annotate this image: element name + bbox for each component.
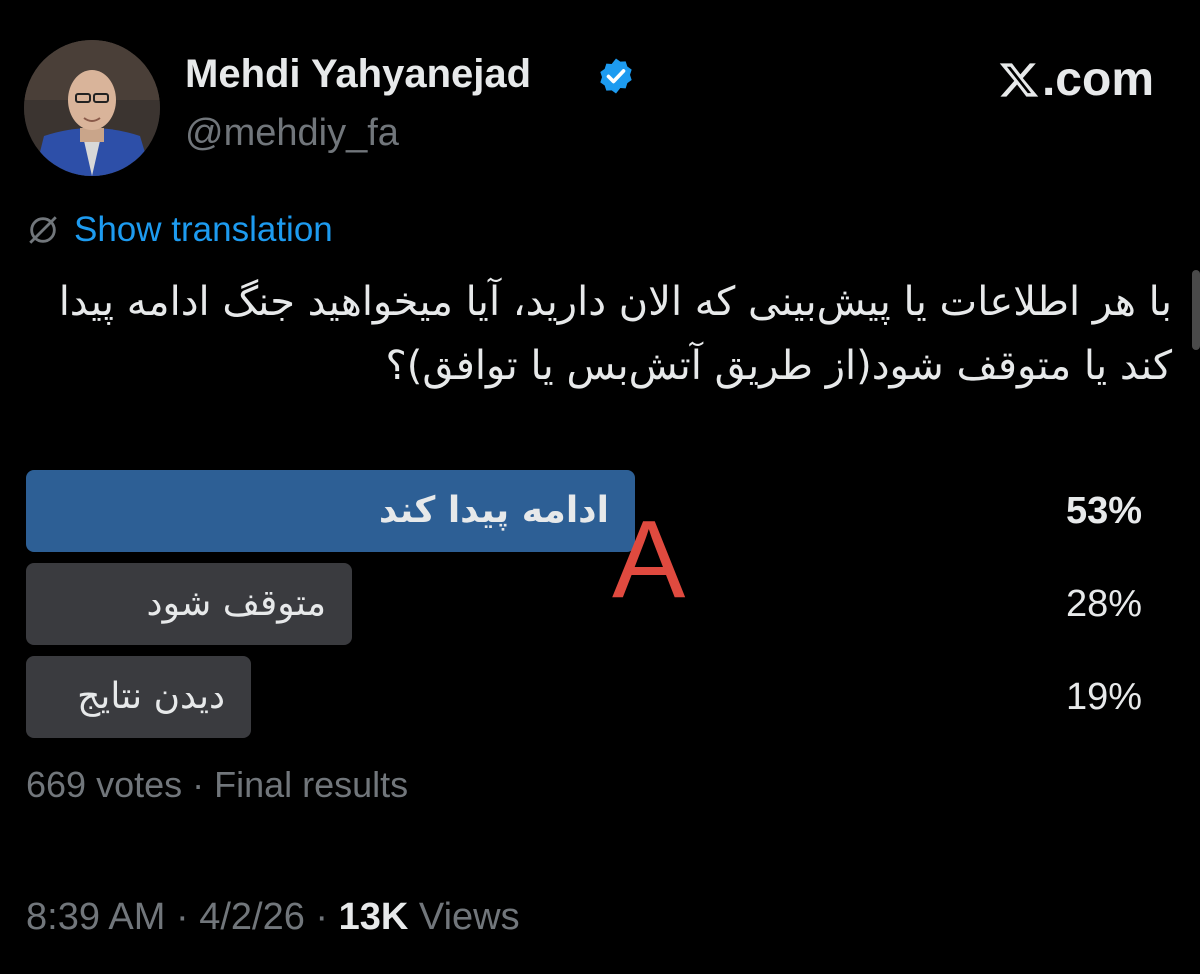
site-brand: .com <box>998 52 1154 107</box>
meta-separator: · <box>315 896 339 938</box>
show-translation-link[interactable]: Show translation <box>74 210 333 250</box>
poll-option-label: دیدن نتایج <box>77 676 225 717</box>
tweet-text: با هر اطلاعات یا پیش‌بینی که الان دارید،… <box>58 279 1172 389</box>
avatar[interactable] <box>24 40 160 176</box>
x-logo-icon <box>999 62 1039 97</box>
views-label: Views <box>418 896 520 938</box>
annotation-letter: A <box>612 498 686 621</box>
author-handle[interactable]: @mehdiy_fa <box>185 112 399 155</box>
poll-option: ادامه پیدا کند 53% <box>26 470 1156 552</box>
poll-option: متوقف شود 28% <box>26 563 1156 645</box>
site-domain: .com <box>1041 53 1154 106</box>
poll-option-percent: 53% <box>1065 490 1142 532</box>
author-name[interactable]: Mehdi Yahyanejad <box>185 52 531 97</box>
translation-row[interactable]: Show translation <box>26 210 333 250</box>
avatar-image <box>24 40 160 176</box>
verified-badge-icon <box>600 58 632 94</box>
poll-option-label: ادامه پیدا کند <box>378 490 609 531</box>
tweet-time[interactable]: 8:39 AM <box>26 896 165 938</box>
poll-option-percent: 28% <box>1065 583 1142 625</box>
poll-option-label: متوقف شود <box>146 583 326 624</box>
views-count: 13K <box>338 896 409 938</box>
poll-option: دیدن نتایج 19% <box>26 656 1156 738</box>
meta-separator: · <box>175 896 200 938</box>
translate-globe-icon <box>29 216 57 244</box>
tweet-date[interactable]: 4/2/26 <box>199 896 305 938</box>
poll-summary: 669 votes · Final results <box>26 764 409 805</box>
scrollbar[interactable] <box>1192 270 1200 350</box>
tweet-meta: 8:39 AM · 4/2/26 · 13K Views <box>26 896 520 939</box>
poll-option-percent: 19% <box>1065 676 1142 718</box>
